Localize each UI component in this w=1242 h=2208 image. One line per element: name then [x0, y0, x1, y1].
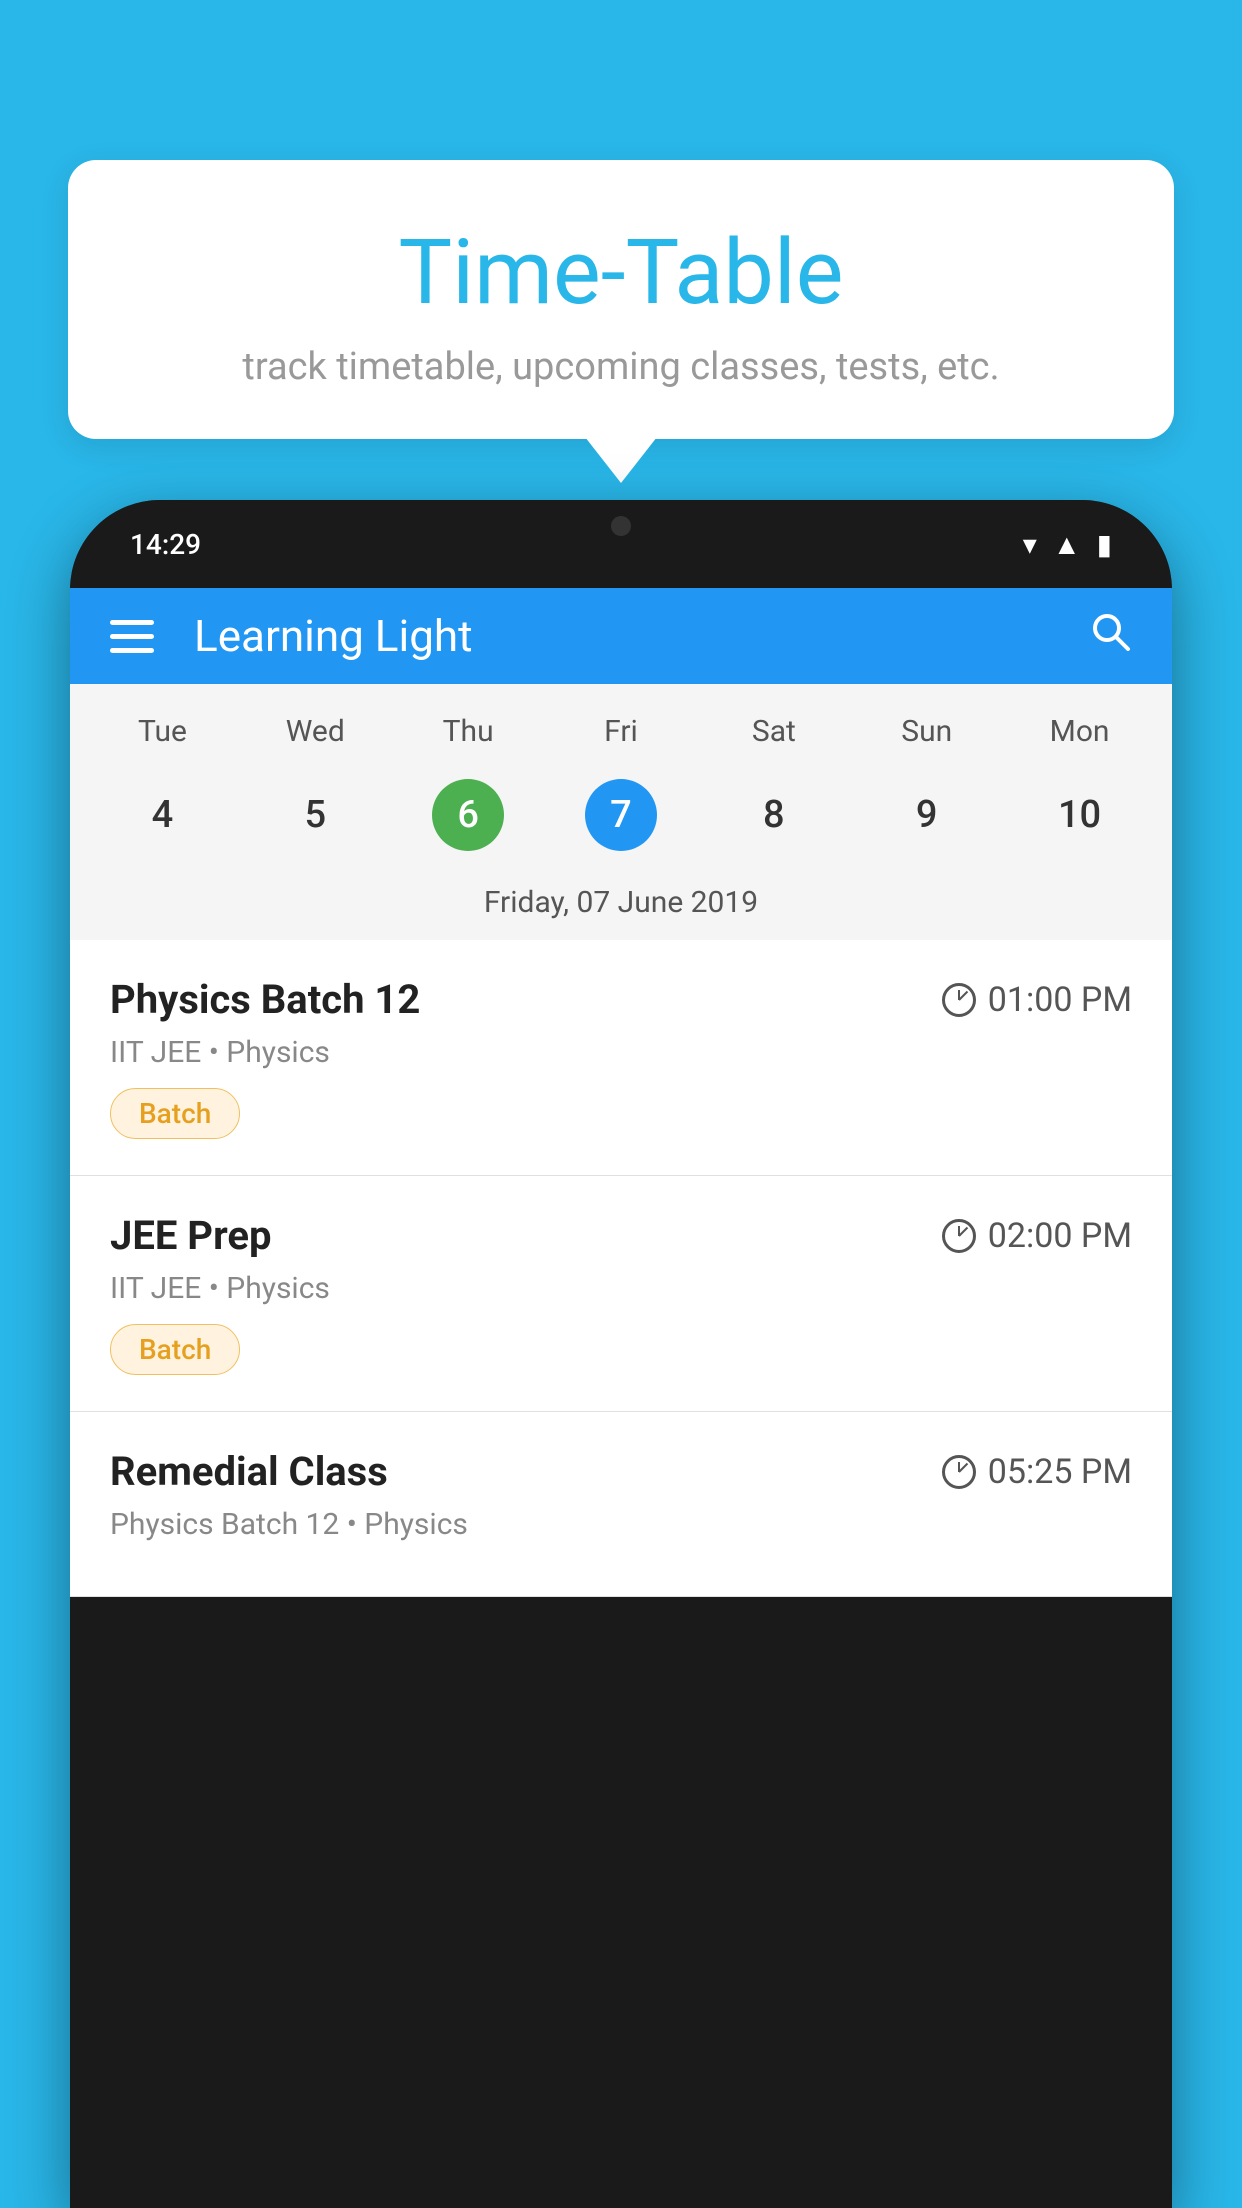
date-7-selected[interactable]: 7	[545, 769, 698, 861]
day-sun: Sun	[850, 704, 1003, 759]
date-6-today[interactable]: 6	[392, 769, 545, 861]
tooltip-subtitle: track timetable, upcoming classes, tests…	[128, 345, 1114, 389]
schedule-title-1: Physics Batch 12	[110, 976, 420, 1023]
schedule-subtitle-2: IIT JEE • Physics	[110, 1271, 1132, 1306]
schedule-item-3[interactable]: Remedial Class 05:25 PM Physics Batch 12…	[70, 1412, 1172, 1597]
app-header: Learning Light	[70, 588, 1172, 684]
battery-icon: ▮	[1097, 528, 1112, 561]
clock-icon-3	[942, 1455, 976, 1489]
selected-date-label: Friday, 07 June 2019	[70, 871, 1172, 940]
status-icons: ▾ ▲ ▮	[1023, 528, 1112, 561]
date-9[interactable]: 9	[850, 769, 1003, 861]
schedule-item-2[interactable]: JEE Prep 02:00 PM IIT JEE • Physics Batc…	[70, 1176, 1172, 1412]
phone-frame: 14:29 ▾ ▲ ▮ Learning Light Tue Wed	[70, 500, 1172, 2208]
schedule-list: Physics Batch 12 01:00 PM IIT JEE • Phys…	[70, 940, 1172, 1597]
hamburger-menu-button[interactable]	[110, 620, 154, 653]
clock-icon-1	[942, 983, 976, 1017]
batch-badge-1: Batch	[110, 1088, 240, 1139]
tooltip-card: Time-Table track timetable, upcoming cla…	[68, 160, 1174, 439]
day-fri: Fri	[545, 704, 698, 759]
schedule-title-3: Remedial Class	[110, 1448, 388, 1495]
front-camera	[611, 516, 631, 536]
schedule-time-2: 02:00 PM	[942, 1216, 1132, 1256]
search-button[interactable]	[1088, 609, 1132, 664]
status-time: 14:29	[130, 528, 201, 561]
status-bar: 14:29 ▾ ▲ ▮	[70, 500, 1172, 588]
date-8[interactable]: 8	[697, 769, 850, 861]
date-5[interactable]: 5	[239, 769, 392, 861]
notch	[541, 500, 701, 552]
day-tue: Tue	[86, 704, 239, 759]
date-4[interactable]: 4	[86, 769, 239, 861]
schedule-subtitle-1: IIT JEE • Physics	[110, 1035, 1132, 1070]
calendar-days-header: Tue Wed Thu Fri Sat Sun Mon	[70, 684, 1172, 769]
calendar-dates: 4 5 6 7 8 9 10	[70, 769, 1172, 871]
calendar-section: Tue Wed Thu Fri Sat Sun Mon 4 5 6 7 8 9 …	[70, 684, 1172, 940]
clock-icon-2	[942, 1219, 976, 1253]
schedule-item-1[interactable]: Physics Batch 12 01:00 PM IIT JEE • Phys…	[70, 940, 1172, 1176]
date-10[interactable]: 10	[1003, 769, 1156, 861]
schedule-title-2: JEE Prep	[110, 1212, 271, 1259]
day-sat: Sat	[697, 704, 850, 759]
tooltip-title: Time-Table	[128, 220, 1114, 325]
schedule-time-1: 01:00 PM	[942, 980, 1132, 1020]
day-wed: Wed	[239, 704, 392, 759]
day-thu: Thu	[392, 704, 545, 759]
schedule-time-3: 05:25 PM	[942, 1452, 1132, 1492]
day-mon: Mon	[1003, 704, 1156, 759]
signal-icon: ▲	[1053, 528, 1081, 561]
batch-badge-2: Batch	[110, 1324, 240, 1375]
app-title: Learning Light	[194, 610, 1088, 662]
schedule-subtitle-3: Physics Batch 12 • Physics	[110, 1507, 1132, 1542]
wifi-icon: ▾	[1023, 528, 1037, 561]
